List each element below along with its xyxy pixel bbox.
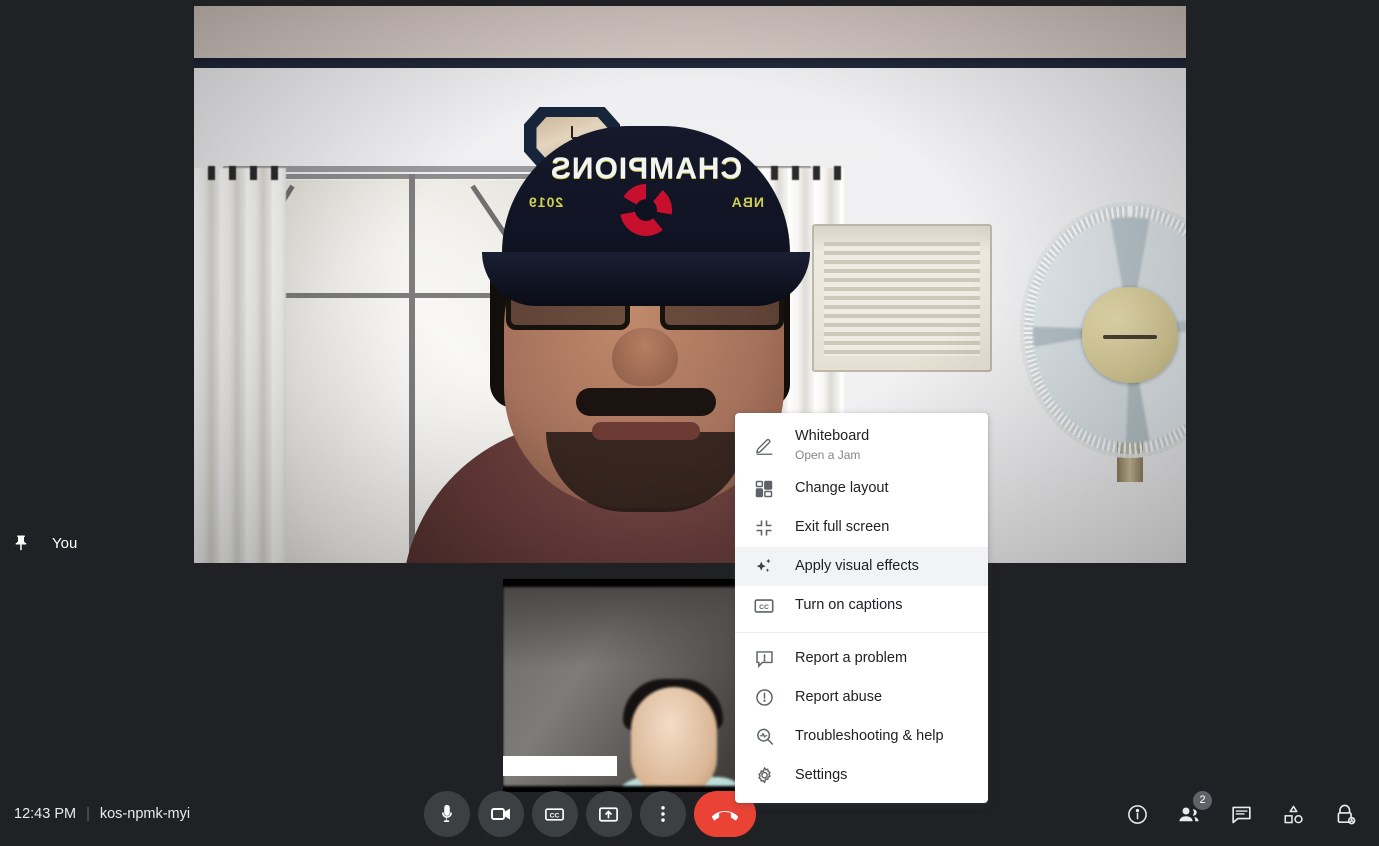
more-vertical-icon bbox=[652, 803, 674, 825]
more-options-button[interactable] bbox=[639, 791, 686, 837]
menu-item-turn-on-captions[interactable]: CC Turn on captions bbox=[735, 586, 988, 625]
cap-text: CHAMPIONS bbox=[549, 152, 743, 185]
self-view-tile[interactable] bbox=[503, 579, 750, 792]
microphone-button[interactable] bbox=[423, 791, 470, 837]
call-controls: CC bbox=[423, 791, 756, 837]
menu-label-apply-visual-effects: Apply visual effects bbox=[795, 558, 919, 574]
meeting-time: 12:43 PM bbox=[14, 806, 77, 822]
menu-label-exit-full-screen: Exit full screen bbox=[795, 519, 890, 535]
warning-circle-icon bbox=[751, 686, 777, 710]
video-camera-icon bbox=[489, 802, 513, 826]
menu-label-report-abuse: Report abuse bbox=[795, 689, 883, 705]
activities-icon bbox=[1282, 803, 1305, 826]
menu-item-exit-full-screen[interactable]: Exit full screen bbox=[735, 508, 988, 547]
curtain-clips-left bbox=[194, 166, 286, 180]
pencil-icon bbox=[751, 433, 777, 457]
people-button[interactable]: 2 bbox=[1167, 791, 1212, 836]
chat-button[interactable] bbox=[1219, 792, 1263, 836]
fan-hub bbox=[1082, 287, 1178, 384]
gear-icon bbox=[751, 764, 777, 788]
main-video-tile[interactable]: CHAMPIONS NBA 2019 bbox=[194, 6, 1186, 563]
self-person-head bbox=[631, 687, 717, 786]
meeting-details-button[interactable] bbox=[1115, 792, 1159, 836]
cap-subtext: NBA 2019 bbox=[502, 194, 790, 210]
right-toolbar-controls: 2 bbox=[1115, 791, 1367, 836]
menu-item-change-layout[interactable]: Change layout bbox=[735, 469, 988, 508]
window-mullion-vertical bbox=[408, 174, 415, 563]
menu-item-troubleshooting-help[interactable]: Troubleshooting & help bbox=[735, 717, 988, 756]
menu-label-change-layout: Change layout bbox=[795, 480, 889, 496]
cap-text-right: NBA bbox=[730, 194, 764, 210]
electric-fan bbox=[1020, 202, 1186, 483]
bottom-toolbar: 12:43 PM | kos-npmk-myi CC 2 bbox=[0, 782, 1379, 846]
menu-label-turn-on-captions: Turn on captions bbox=[795, 597, 903, 613]
meeting-info: 12:43 PM | kos-npmk-myi bbox=[14, 806, 190, 822]
pin-icon bbox=[12, 531, 30, 555]
menu-item-report-abuse[interactable]: Report abuse bbox=[735, 678, 988, 717]
meeting-stage: CHAMPIONS NBA 2019 You Whiteboard Open a… bbox=[0, 0, 1379, 846]
feedback-icon bbox=[751, 647, 777, 671]
svg-text:CC: CC bbox=[759, 604, 769, 611]
cap-logo bbox=[620, 184, 672, 236]
menu-item-report-a-problem[interactable]: Report a problem bbox=[735, 639, 988, 678]
meeting-info-separator: | bbox=[86, 806, 90, 822]
menu-divider bbox=[735, 632, 988, 633]
present-screen-button[interactable] bbox=[585, 791, 632, 837]
cap-text-left: 2019 bbox=[528, 194, 564, 210]
more-options-menu[interactable]: Whiteboard Open a Jam Change layout Exit… bbox=[735, 413, 988, 803]
meeting-code[interactable]: kos-npmk-myi bbox=[100, 806, 190, 822]
lock-shield-icon bbox=[1334, 803, 1357, 826]
sparkle-icon bbox=[751, 555, 777, 579]
curtain-left bbox=[194, 166, 286, 563]
svg-text:CC: CC bbox=[550, 812, 560, 819]
present-screen-icon bbox=[597, 803, 620, 826]
closed-caption-icon: CC bbox=[751, 594, 777, 618]
host-controls-button[interactable] bbox=[1323, 792, 1367, 836]
person-mouth bbox=[592, 422, 700, 440]
self-video-shadow bbox=[503, 587, 750, 667]
hangup-icon bbox=[711, 801, 738, 827]
person-nose bbox=[612, 328, 678, 386]
person-mustache bbox=[576, 388, 716, 416]
exit-fullscreen-icon bbox=[751, 516, 777, 540]
menu-item-apply-visual-effects[interactable]: Apply visual effects bbox=[735, 547, 988, 586]
closed-caption-icon: CC bbox=[543, 803, 566, 826]
pinned-participant-label: You bbox=[12, 531, 77, 555]
self-view-name-redaction bbox=[503, 756, 617, 776]
menu-sublabel-whiteboard: Open a Jam bbox=[795, 448, 861, 462]
menu-label-troubleshooting-help: Troubleshooting & help bbox=[795, 728, 944, 744]
microphone-icon bbox=[436, 803, 458, 825]
menu-label-whiteboard: Whiteboard bbox=[795, 428, 870, 444]
menu-item-whiteboard[interactable]: Whiteboard Open a Jam bbox=[735, 421, 988, 469]
person-cap: CHAMPIONS NBA 2019 bbox=[482, 126, 810, 306]
menu-item-settings[interactable]: Settings bbox=[735, 756, 988, 795]
pinned-participant-name: You bbox=[52, 534, 78, 552]
camera-button[interactable] bbox=[477, 791, 524, 837]
main-video-feed: CHAMPIONS NBA 2019 bbox=[194, 6, 1186, 563]
info-icon bbox=[1126, 803, 1149, 826]
activities-button[interactable] bbox=[1271, 792, 1315, 836]
troubleshoot-icon bbox=[751, 725, 777, 749]
chat-icon bbox=[1230, 803, 1253, 826]
cap-brim bbox=[482, 252, 810, 306]
menu-label-settings: Settings bbox=[795, 767, 848, 783]
people-count-badge: 2 bbox=[1193, 791, 1212, 810]
layout-grid-icon bbox=[751, 477, 777, 501]
captions-button[interactable]: CC bbox=[531, 791, 578, 837]
menu-label-report-a-problem: Report a problem bbox=[795, 650, 908, 666]
